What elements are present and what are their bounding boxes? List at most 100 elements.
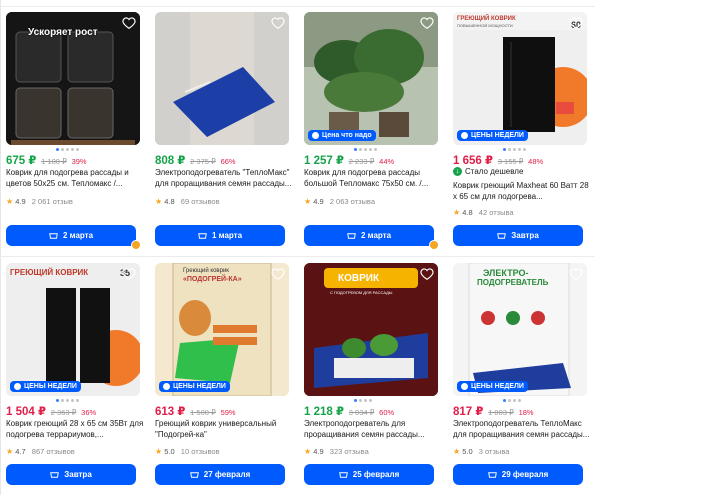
reviews-count[interactable]: 867 отзывов: [32, 447, 75, 456]
image-pager[interactable]: [56, 148, 79, 151]
cart-icon: [189, 471, 199, 478]
product-image[interactable]: ГРЕЮЩИЙ КОВРИК 35 ЦЕНЫ НЕДЕЛИ: [6, 263, 140, 396]
old-price: 2 375 ₽: [190, 157, 216, 166]
rating: ★ 4.8 69 отзывов: [155, 197, 220, 206]
add-to-cart-button[interactable]: Завтра: [453, 225, 583, 246]
add-to-cart-button[interactable]: 29 февраля: [453, 464, 583, 485]
reviews-count[interactable]: 2 061 отзыв: [32, 197, 73, 206]
product-image[interactable]: Цена что надо: [304, 12, 438, 145]
product-title[interactable]: Коврик греющий Maxheat 60 Ватт 28 х 65 с…: [453, 180, 593, 202]
product-card[interactable]: Ускоряет рост 675 ₽ 1 100 ₽ 39% Коврик д…: [6, 12, 146, 252]
product-title[interactable]: Электроподогреватель для проращивания се…: [304, 418, 444, 440]
rating: ★ 5.0 10 отзывов: [155, 447, 220, 456]
rating-value: 4.8: [462, 208, 473, 217]
old-price: 1 100 ₽: [41, 157, 67, 166]
heart-icon[interactable]: [420, 16, 434, 30]
rating: ★ 4.9 323 отзыва: [304, 447, 369, 456]
heart-icon[interactable]: [569, 267, 583, 281]
reviews-count[interactable]: 10 отзывов: [181, 447, 220, 456]
price: 613 ₽: [155, 406, 186, 418]
rating: ★ 4.9 2 061 отзыв: [6, 197, 73, 206]
image-heading: ГРЕЮЩИЙ КОВРИК: [10, 268, 89, 277]
delivery-badge-icon: [429, 240, 439, 250]
cart-icon: [338, 471, 348, 478]
price: 675 ₽: [6, 155, 37, 167]
image-pager[interactable]: [503, 399, 521, 402]
tag-label: ЦЕНЫ НЕДЕЛИ: [471, 383, 524, 390]
tag-label: ЦЕНЫ НЕДЕЛИ: [471, 132, 524, 139]
reviews-count[interactable]: 3 отзыва: [479, 447, 510, 456]
product-image[interactable]: Ускоряет рост: [6, 12, 140, 145]
product-image[interactable]: ГРЕЮЩИЙ КОВРИК ПОВЫШЕННОЙ МОЩНОСТИ 60 ЦЕ…: [453, 12, 587, 145]
product-title[interactable]: Электроподогреватель "ТеплоМакс" для про…: [155, 167, 295, 189]
price-tag-badge: ЦЕНЫ НЕДЕЛИ: [457, 130, 528, 141]
add-to-cart-button[interactable]: 27 февраля: [155, 464, 285, 485]
cart-icon: [50, 471, 60, 478]
product-title[interactable]: Коврик для подогрева рассады большой Теп…: [304, 167, 444, 189]
add-to-cart-button[interactable]: Завтра: [6, 464, 136, 485]
reviews-count[interactable]: 323 отзыва: [330, 447, 369, 456]
product-title[interactable]: Электроподогреватель ТеплоМакс для прора…: [453, 418, 593, 440]
star-icon: ★: [6, 197, 14, 206]
heart-icon[interactable]: [122, 16, 136, 30]
product-title[interactable]: Коврик для подогрева рассады и цветов 50…: [6, 167, 146, 189]
product-card[interactable]: КОВРИК С ПОДОГРЕВОМ ДЛЯ РАССАДЫ 1 218 ₽ …: [304, 263, 444, 493]
price-row: 613 ₽ 1 500 ₽ 59%: [155, 404, 236, 418]
product-image[interactable]: ЭЛЕКТРО- ПОДОГРЕВАТЕЛЬ ЦЕНЫ НЕДЕЛИ: [453, 263, 587, 396]
product-image[interactable]: КОВРИК С ПОДОГРЕВОМ ДЛЯ РАССАДЫ: [304, 263, 438, 396]
price-drop-label: ↓ Стало дешевле: [453, 167, 523, 176]
image-subheading: С ПОДОГРЕВОМ ДЛЯ РАССАДЫ: [330, 290, 393, 295]
delivery-date: Завтра: [64, 470, 92, 479]
image-heading: КОВРИК: [338, 273, 380, 284]
image-pager[interactable]: [503, 148, 526, 151]
tag-label: ЦЕНЫ НЕДЕЛИ: [173, 383, 226, 390]
add-to-cart-button[interactable]: 1 марта: [155, 225, 285, 246]
product-image[interactable]: Греющий коврик «ПОДОГРЕЙ-КА» ЦЕНЫ НЕДЕЛИ: [155, 263, 289, 396]
heart-icon[interactable]: [271, 16, 285, 30]
heart-icon[interactable]: [420, 267, 434, 281]
reviews-count[interactable]: 42 отзыва: [479, 208, 514, 217]
cart-icon: [49, 232, 58, 239]
price: 1 218 ₽: [304, 406, 344, 418]
product-card[interactable]: ЭЛЕКТРО- ПОДОГРЕВАТЕЛЬ ЦЕНЫ НЕДЕЛИ 817 ₽…: [453, 263, 593, 493]
rating-value: 5.0: [462, 447, 473, 456]
heart-icon[interactable]: [122, 267, 136, 281]
add-to-cart-button[interactable]: 25 февраля: [304, 464, 434, 485]
reviews-count[interactable]: 69 отзывов: [181, 197, 220, 206]
tag-label: ЦЕНЫ НЕДЕЛИ: [24, 383, 77, 390]
rating-value: 4.9: [15, 197, 26, 206]
top-divider: [0, 6, 595, 7]
image-pager[interactable]: [56, 399, 79, 402]
row-divider: [0, 256, 595, 257]
price-tag-badge: ЦЕНЫ НЕДЕЛИ: [159, 381, 230, 392]
product-title[interactable]: Греющий коврик универсальный "Подогрей-к…: [155, 418, 295, 440]
old-price: 1 500 ₽: [190, 408, 216, 417]
image-pager[interactable]: [354, 148, 377, 151]
blue-mat-image: [155, 12, 289, 145]
image-pager[interactable]: [354, 399, 372, 402]
image-subheading: «ПОДОГРЕЙ-КА»: [183, 276, 242, 283]
heating-mat-image: [6, 263, 140, 396]
reviews-count[interactable]: 2 063 отзыва: [330, 197, 375, 206]
product-image[interactable]: [155, 12, 289, 145]
add-to-cart-button[interactable]: 2 марта: [6, 225, 136, 246]
rating: ★ 4.7 867 отзывов: [6, 447, 75, 456]
tag-icon: [14, 383, 21, 390]
product-card[interactable]: 808 ₽ 2 375 ₽ 66% Электроподогреватель "…: [155, 12, 295, 252]
heart-icon[interactable]: [569, 16, 583, 30]
product-card[interactable]: Греющий коврик «ПОДОГРЕЙ-КА» ЦЕНЫ НЕДЕЛИ…: [155, 263, 295, 493]
product-card[interactable]: Цена что надо 1 257 ₽ 2 233 ₽ 44% Коврик…: [304, 12, 444, 252]
plants-image: [304, 12, 438, 145]
tag-icon: [163, 383, 170, 390]
product-card[interactable]: ГРЕЮЩИЙ КОВРИК 35 ЦЕНЫ НЕДЕЛИ 1 504 ₽ 2 …: [6, 263, 146, 493]
add-to-cart-button[interactable]: 2 марта: [304, 225, 434, 246]
old-price: 2 363 ₽: [50, 408, 77, 417]
heart-icon[interactable]: [271, 267, 285, 281]
image-heading: ГРЕЮЩИЙ КОВРИК: [457, 16, 516, 22]
image-subheading: ПОДОГРЕВАТЕЛЬ: [477, 278, 549, 287]
delivery-date: 25 февраля: [352, 470, 400, 479]
product-card[interactable]: ГРЕЮЩИЙ КОВРИК ПОВЫШЕННОЙ МОЩНОСТИ 60 ЦЕ…: [453, 12, 593, 252]
price-row: 1 218 ₽ 3 034 ₽ 60%: [304, 404, 394, 418]
product-title[interactable]: Коврик греющий 28 х 65 см 35Вт для подог…: [6, 418, 146, 440]
price-row: 808 ₽ 2 375 ₽ 66%: [155, 153, 236, 167]
